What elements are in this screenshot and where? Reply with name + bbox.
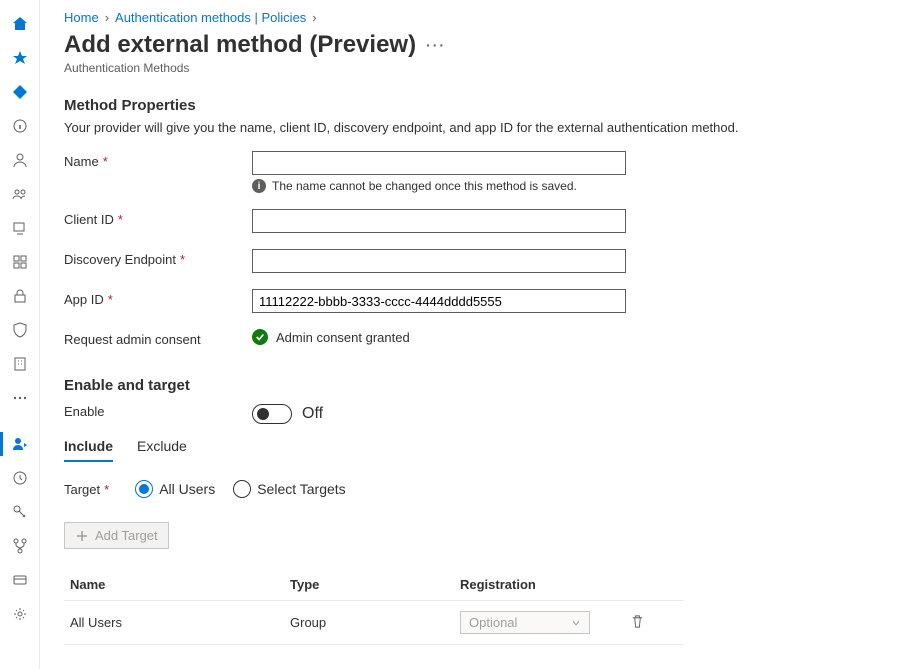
breadcrumb-policies[interactable]: Authentication methods | Policies bbox=[115, 10, 306, 25]
target-tabs: Include Exclude bbox=[64, 438, 877, 462]
client-id-label: Client ID bbox=[64, 212, 114, 227]
field-app-id: App ID * bbox=[64, 289, 877, 313]
breadcrumb: Home › Authentication methods | Policies… bbox=[64, 10, 877, 25]
nav-star-icon[interactable] bbox=[0, 42, 40, 74]
enable-label: Enable bbox=[64, 404, 104, 419]
required-marker: * bbox=[108, 292, 113, 307]
radio-select-targets[interactable]: Select Targets bbox=[233, 480, 345, 498]
th-type: Type bbox=[284, 569, 454, 601]
page-title: Add external method (Preview) bbox=[64, 31, 416, 59]
nav-people-icon[interactable] bbox=[0, 178, 40, 210]
nav-diamond-icon[interactable] bbox=[0, 76, 40, 108]
nav-key-icon[interactable] bbox=[0, 496, 40, 528]
table-row: All Users Group Optional bbox=[64, 601, 684, 645]
target-label: Target bbox=[64, 482, 100, 497]
required-marker: * bbox=[118, 212, 123, 227]
nav-card-icon[interactable] bbox=[0, 564, 40, 596]
delete-row-button[interactable] bbox=[630, 617, 645, 632]
nav-more-icon[interactable] bbox=[0, 382, 40, 414]
consent-status: Admin consent granted bbox=[276, 330, 410, 345]
chevron-right-icon: › bbox=[312, 10, 316, 25]
required-marker: * bbox=[103, 154, 108, 169]
targets-table: Name Type Registration All Users Group O… bbox=[64, 569, 684, 645]
app-id-label: App ID bbox=[64, 292, 104, 307]
target-row: Target * All Users Select Targets bbox=[64, 480, 877, 498]
cell-name: All Users bbox=[64, 601, 284, 645]
chevron-right-icon: › bbox=[105, 10, 109, 25]
enable-toggle[interactable] bbox=[252, 404, 292, 424]
cell-type: Group bbox=[284, 601, 454, 645]
nav-lock-icon[interactable] bbox=[0, 280, 40, 312]
nav-auth-methods-icon[interactable] bbox=[0, 428, 40, 460]
nav-gear-icon[interactable] bbox=[0, 598, 40, 630]
chevron-down-icon bbox=[571, 618, 581, 628]
section-properties-heading: Method Properties bbox=[64, 97, 877, 114]
required-marker: * bbox=[180, 252, 185, 267]
required-marker: * bbox=[104, 482, 109, 497]
section-properties-description: Your provider will give you the name, cl… bbox=[64, 120, 877, 135]
check-circle-icon bbox=[252, 329, 268, 345]
th-registration: Registration bbox=[454, 569, 624, 601]
nav-building-icon[interactable] bbox=[0, 348, 40, 380]
name-hint: i The name cannot be changed once this m… bbox=[252, 179, 626, 193]
add-target-button: Add Target bbox=[64, 522, 169, 549]
consent-label: Request admin consent bbox=[64, 332, 201, 347]
name-label: Name bbox=[64, 154, 99, 169]
enable-state: Off bbox=[302, 405, 323, 423]
radio-all-users[interactable]: All Users bbox=[135, 480, 215, 498]
nav-shield-icon[interactable] bbox=[0, 314, 40, 346]
more-actions-icon[interactable]: ··· bbox=[426, 37, 446, 53]
page-title-row: Add external method (Preview) ··· bbox=[64, 31, 877, 59]
th-name: Name bbox=[64, 569, 284, 601]
field-enable: Enable Off bbox=[64, 404, 877, 424]
field-client-id: Client ID * bbox=[64, 209, 877, 233]
nav-devices-icon[interactable] bbox=[0, 212, 40, 244]
nav-home-icon[interactable] bbox=[0, 8, 40, 40]
nav-info-icon[interactable] bbox=[0, 110, 40, 142]
page-subtitle: Authentication Methods bbox=[64, 61, 877, 75]
nav-branch-icon[interactable] bbox=[0, 530, 40, 562]
field-consent: Request admin consent Admin consent gran… bbox=[64, 329, 877, 347]
section-target-heading: Enable and target bbox=[64, 377, 877, 394]
field-name: Name * i The name cannot be changed once … bbox=[64, 151, 877, 193]
info-icon: i bbox=[252, 179, 266, 193]
tab-exclude[interactable]: Exclude bbox=[137, 438, 187, 462]
main-content: Home › Authentication methods | Policies… bbox=[40, 0, 901, 669]
nav-clock-icon[interactable] bbox=[0, 462, 40, 494]
discovery-label: Discovery Endpoint bbox=[64, 252, 176, 267]
nav-apps-icon[interactable] bbox=[0, 246, 40, 278]
left-nav bbox=[0, 0, 40, 669]
name-input[interactable] bbox=[252, 151, 626, 175]
registration-select[interactable]: Optional bbox=[460, 611, 590, 634]
breadcrumb-home[interactable]: Home bbox=[64, 10, 99, 25]
tab-include[interactable]: Include bbox=[64, 438, 113, 462]
client-id-input[interactable] bbox=[252, 209, 626, 233]
plus-icon bbox=[75, 529, 89, 543]
app-id-input[interactable] bbox=[252, 289, 626, 313]
nav-person-icon[interactable] bbox=[0, 144, 40, 176]
field-discovery: Discovery Endpoint * bbox=[64, 249, 877, 273]
discovery-input[interactable] bbox=[252, 249, 626, 273]
